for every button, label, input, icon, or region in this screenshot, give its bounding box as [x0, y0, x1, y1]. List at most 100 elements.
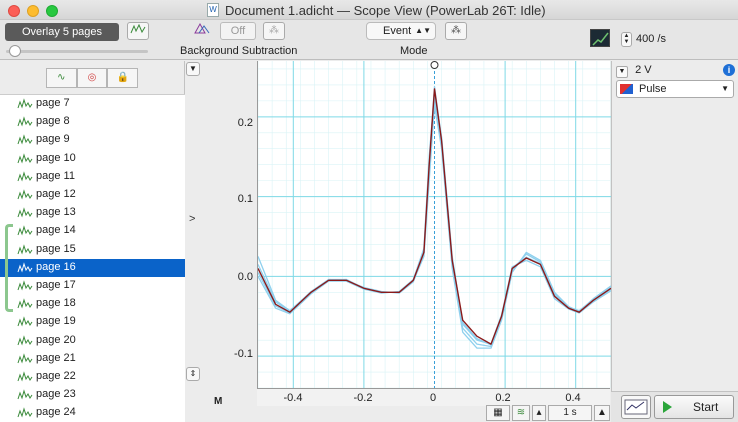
background-subtraction-label: Background Subtraction	[180, 45, 298, 57]
zoom-window-button[interactable]	[46, 5, 58, 17]
page-list-item[interactable]: page 20	[0, 332, 185, 350]
start-label: Start	[693, 400, 719, 414]
overlay-slider-knob[interactable]	[9, 45, 21, 57]
page-list-item[interactable]: page 18	[0, 295, 185, 313]
background-settings-button[interactable]: ⁂	[263, 22, 285, 40]
page-list-tools: ∿ ◎ 🔒	[46, 68, 139, 88]
page-label: page 8	[36, 115, 70, 128]
x-tick: -0.2	[353, 392, 373, 404]
channel-panel: ▼ 2 V i Pulse ▼	[611, 61, 738, 391]
page-list-item[interactable]: page 12	[0, 186, 185, 204]
document-icon: W	[207, 3, 219, 17]
time-scale-display: 1 s	[548, 405, 592, 421]
page-list-item[interactable]: page 7	[0, 95, 185, 113]
overlay-time-button[interactable]: ≋	[512, 405, 530, 421]
channel-color-swatch	[620, 84, 633, 94]
snapshot-button[interactable]	[621, 395, 651, 419]
range-control[interactable]: ▼ 2 V	[616, 64, 652, 78]
page-label: page 16	[36, 260, 76, 273]
show-waves-button[interactable]: ∿	[46, 68, 77, 88]
target-icon: ◎	[87, 72, 97, 83]
zoom-in-time-button[interactable]: ▲	[594, 405, 610, 421]
fit-time-button[interactable]: ▦	[486, 405, 510, 421]
channel-name: Pulse	[639, 83, 667, 95]
page-list-item[interactable]: page 17	[0, 277, 185, 295]
start-area: Start	[611, 391, 738, 422]
info-icon[interactable]: i	[723, 64, 735, 76]
page-list-item[interactable]: page 16	[0, 258, 185, 277]
waves-icon: ≋	[516, 407, 526, 418]
page-list-item[interactable]: page 24	[0, 404, 185, 422]
scope-plot[interactable]	[257, 61, 611, 388]
page-label: page 12	[36, 188, 76, 200]
settings-glyph-icon: ⁂	[451, 25, 461, 36]
minimize-window-button[interactable]	[27, 5, 39, 17]
page-label: page 14	[36, 224, 76, 237]
page-list-item[interactable]: page 14	[0, 222, 185, 240]
marker-button[interactable]: M	[214, 396, 222, 407]
start-button[interactable]: Start	[654, 395, 734, 419]
x-tick: 0.4	[565, 392, 581, 404]
page-list-panel: ∿ ◎ 🔒 page 7 page 8 page 9 page 10 page 11 pa…	[0, 61, 185, 422]
close-window-button[interactable]	[8, 5, 20, 17]
page-label: page 23	[36, 388, 76, 401]
chevron-down-icon[interactable]: ▼	[616, 66, 628, 78]
target-button[interactable]: ◎	[76, 68, 108, 88]
page-label: page 19	[36, 315, 76, 328]
page-label: page 17	[36, 279, 76, 291]
overlay-slider-track[interactable]	[6, 50, 148, 53]
triangle-waves-icon	[194, 22, 210, 34]
mode-settings-button[interactable]: ⁂	[445, 22, 467, 40]
page-label: page 24	[36, 406, 76, 419]
zoom-out-time-button[interactable]: ▴	[532, 405, 546, 421]
x-tick: 0	[429, 392, 437, 404]
page-label: page 18	[36, 297, 76, 310]
triangle-up-icon: ▲	[597, 407, 607, 418]
page-list-item[interactable]: page 9	[0, 131, 185, 149]
page-list-item[interactable]: page 15	[0, 241, 185, 259]
page-wave-icon	[17, 389, 33, 400]
y-tick: -0.1	[234, 348, 253, 360]
trigger-marker[interactable]	[430, 61, 439, 69]
mode-select[interactable]: Event ▲▼	[366, 22, 436, 40]
panel-menu-button[interactable]: ▼	[186, 62, 200, 76]
chevron-down-icon: ▼	[721, 84, 729, 93]
page-list-item[interactable]: page 13	[0, 204, 185, 222]
page-label: page 20	[36, 333, 76, 346]
lock-button[interactable]: 🔒	[107, 68, 139, 88]
page-wave-icon	[17, 371, 33, 382]
y-tick: 0.1	[237, 193, 253, 205]
fit-icon: ▦	[493, 407, 503, 418]
x-tick: -0.4	[283, 392, 303, 404]
page-list-item[interactable]: page 22	[0, 368, 185, 386]
x-tick: 0.2	[495, 392, 511, 404]
background-off-button[interactable]: Off	[220, 22, 256, 40]
sampling-waveform-icon[interactable]	[590, 29, 610, 47]
page-label: page 22	[36, 370, 76, 382]
y-tick: 0.0	[237, 271, 253, 283]
page-wave-icon	[17, 243, 33, 255]
channel-select[interactable]: Pulse ▼	[616, 80, 734, 98]
scroll-stepper[interactable]: ⇕	[186, 367, 200, 381]
page-list-item[interactable]: page 19	[0, 313, 185, 331]
page-wave-icon	[17, 334, 33, 346]
page-wave-icon	[17, 262, 33, 273]
sample-rate-stepper[interactable]: ▲ ▼	[621, 32, 632, 47]
y-axis: 0.2 0.1 0.0 -0.1	[200, 61, 256, 388]
page-list-item[interactable]: page 10	[0, 150, 185, 168]
window-title: Document 1.adicht — Scope View (PowerLab…	[225, 3, 546, 18]
overlay-pages-button[interactable]: Overlay 5 pages	[5, 23, 119, 41]
chevron-down-icon: ▼	[189, 64, 197, 73]
page-list-item[interactable]: page 23	[0, 386, 185, 404]
title-bar: W Document 1.adicht — Scope View (PowerL…	[0, 0, 738, 20]
y-tick: 0.2	[237, 117, 253, 129]
collapse-chevron-icon[interactable]: >	[189, 213, 195, 225]
page-list-item[interactable]: page 8	[0, 113, 185, 131]
overlay-settings-button[interactable]	[127, 22, 149, 40]
page-label: page 11	[36, 169, 75, 182]
page-list-item[interactable]: page 21	[0, 350, 185, 368]
page-list-item[interactable]: page 11	[0, 168, 185, 186]
snapshot-icon	[624, 399, 648, 415]
page-wave-icon	[17, 316, 33, 327]
background-subtraction-icon[interactable]	[191, 22, 213, 40]
